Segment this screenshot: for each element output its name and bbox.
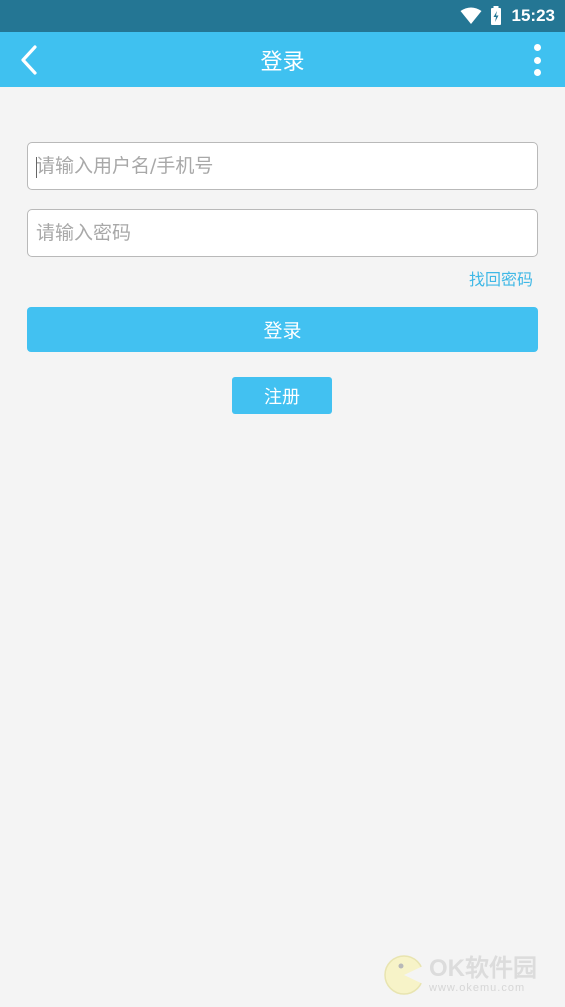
username-input[interactable] (28, 143, 537, 189)
login-button[interactable]: 登录 (27, 307, 538, 352)
wifi-icon (460, 7, 482, 24)
chevron-left-icon (21, 45, 37, 75)
more-vertical-icon-dot (533, 56, 541, 64)
battery-charging-icon (490, 6, 501, 25)
status-bar: 15:23 (0, 0, 565, 32)
register-button[interactable]: 注册 (232, 377, 332, 414)
status-time: 15:23 (511, 6, 555, 25)
more-menu-button[interactable] (527, 42, 547, 78)
forgot-password-link[interactable]: 找回密码 (469, 266, 533, 290)
password-input[interactable] (28, 210, 537, 256)
watermark: OK软件园 www.okemu.com (383, 950, 558, 1000)
watermark-title: OK软件园 (429, 955, 537, 982)
more-vertical-icon (533, 44, 541, 51)
text-cursor (36, 157, 37, 178)
password-field-container (27, 209, 538, 257)
username-field-container (27, 142, 538, 190)
pacman-logo-icon (384, 955, 425, 995)
watermark-url: www.okemu.com (429, 982, 526, 994)
app-bar: 登录 (0, 32, 565, 87)
page-title: 登录 (260, 49, 305, 75)
more-vertical-icon-dot (533, 69, 541, 76)
back-button[interactable] (14, 44, 44, 76)
